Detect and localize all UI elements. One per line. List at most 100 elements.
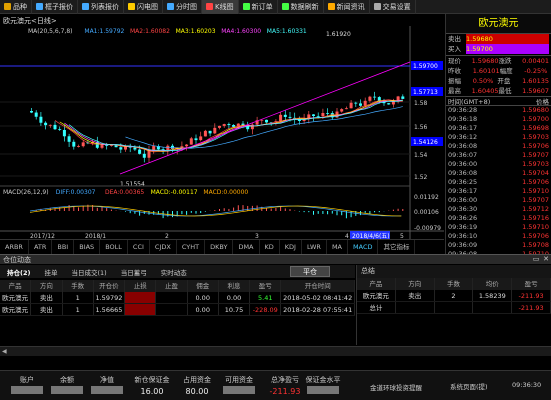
tick-time: 09:36:30 [448,205,478,213]
indicator-tab-kdj[interactable]: KDJ [280,239,302,254]
buy-price[interactable]: 1.59700 [466,44,549,54]
ma-label: MA1:1.59792 [84,28,124,35]
indicator-tab-cjdx[interactable]: CJDX [150,239,177,254]
indicator-tab-lwr[interactable]: LWR [302,239,327,254]
indicator-tab-bias[interactable]: BIAS [74,239,101,254]
candle-body [363,100,367,106]
low-label: 1.51554 [120,181,145,188]
status-col-1: 余额 [46,375,88,398]
candle-body [34,112,38,117]
table-row[interactable]: 欧元澳元 卖出 1 1.56665 0.00 10.75 -228.09 2018-02-28… [0,304,356,316]
status-label: 净值 [100,376,114,384]
toolbar-button-4[interactable]: 分时图 [163,0,202,14]
toolbar-label-7: 数据刷新 [290,2,319,11]
indicator-tab-ma[interactable]: MA [327,239,348,254]
tick-row: 09:36:12 1.59703 [446,133,551,142]
price-tag-label: 1.57713 [413,89,438,96]
candle-body [288,116,292,118]
table-cell: 10.75 [219,304,251,315]
table-row[interactable]: 欧元澳元 卖出 1 1.59792 0.00 0.00 5.41 2018-05-02 08:… [0,292,356,304]
ma-line [68,99,403,151]
status-label: 保证金水平 [305,376,341,384]
toolbar-button-2[interactable]: 列表报价 [78,0,124,14]
indicator-tab-cyht[interactable]: CYHT [177,239,206,254]
quote-stat-row: 昨收 1.60101 幅度 -0.25% [446,66,551,76]
status-label: 占用资金 [183,376,211,384]
scroll-left-icon[interactable]: ◀ [2,349,8,355]
candle-body [368,96,372,101]
toolbar-button-6[interactable]: 新订单 [239,0,278,14]
candle-body [227,124,231,125]
table-cell: 5.41 [250,292,282,303]
kline-chart[interactable]: 欧元澳元<日线> MA(20,5,6,7,8) MA1:1.59792 MA2:1.6… [0,14,444,254]
indicator-tab-arbr[interactable]: ARBR [0,239,29,254]
positions-table-header: 产品 方向 手数 开仓价 止损 止盈 佣金 利息 盈亏 开仓时间 [0,280,356,292]
quote-stat-v1: 1.60101 [472,67,500,75]
toolbar-button-5[interactable]: K线图 [202,0,239,14]
indicator-tab-cci[interactable]: CCI [128,239,150,254]
horizontal-scrollbar[interactable]: ◀ [0,346,551,356]
minimize-icon[interactable]: ▭ [531,254,541,264]
candle-body [185,144,189,147]
candle-body [166,145,170,151]
close-icon[interactable]: ✕ [541,254,551,264]
tick-time: 09:36:10 [448,232,478,240]
indicator-tab-boll[interactable]: BOLL [100,239,128,254]
candle-body [194,138,198,141]
toolbar-button-7[interactable]: 数据刷新 [278,0,324,14]
news-ticker[interactable]: 金道环球投资提醒 [370,382,422,392]
kline-chart-canvas[interactable]: 欧元澳元<日线> MA(20,5,6,7,8) MA1:1.59792 MA2:1.6… [0,14,444,240]
indicator-tab-其它指标[interactable]: 其它指标 [378,239,416,254]
tick-time: 09:36:28 [448,106,478,114]
price-tag-label: 1.54126 [413,139,438,146]
tick-time: 09:36:08 [448,169,478,177]
candle-body [199,136,203,141]
macd-axis-label: 0.01192 [414,194,439,201]
toolbar-label-1: 框子报价 [45,2,73,11]
indicator-tab-kd[interactable]: KD [260,239,280,254]
tick-list: 09:36:28 1.59680 09:36:18 1.59700 09:36:17 1.… [446,106,551,259]
toolbar-button-9[interactable]: 交易设置 [370,0,416,14]
indicator-tab-bbi[interactable]: BBI [52,239,75,254]
summary-cell [396,302,435,313]
quote-stat-l1: 振幅 [448,77,461,85]
summary-column-header: 手数 [435,278,474,290]
candle-body [373,96,377,98]
indicator-tab-macd[interactable]: MACD [348,239,379,254]
tick-time: 09:36:17 [448,124,478,132]
toolbar-label-3: 闪电图 [137,2,158,11]
tick-time: 09:36:25 [448,178,478,186]
toolbar-button-0[interactable]: 品种 [0,0,32,14]
dea-line [29,205,402,217]
toolbar-button-1[interactable]: 框子报价 [32,0,78,14]
tick-time: 09:36:17 [448,187,478,195]
status-col-5: 可用资金 [218,375,260,398]
ma-label: MA(20,5,6,7,8) [28,28,73,35]
kline-icon [206,3,213,10]
position-tab-3[interactable]: 当日蓄弓 [114,267,154,277]
position-tab-4[interactable]: 实时动态 [154,267,194,277]
sell-price[interactable]: 1.59680 [466,34,549,44]
tick-row: 09:36:08 1.59704 [446,169,551,178]
buy-row[interactable]: 买入 1.59700 [446,44,551,54]
toolbar-button-8[interactable]: 新闻资讯 [324,0,370,14]
position-tab-0[interactable]: 持仓(2) [0,267,37,277]
table-cell: 1 [63,304,94,315]
ma-label: MA3:1.60203 [176,28,216,35]
indicator-tab-atr[interactable]: ATR [29,239,53,254]
position-tab-1[interactable]: 挂单 [37,267,64,277]
toolbar-button-3[interactable]: 闪电图 [124,0,163,14]
system-page-button[interactable]: 系统页面(提) [450,381,488,391]
candle-body [208,130,212,134]
toolbar-label-6: 新订单 [251,2,273,11]
quote-stat-l2: 幅度 [499,67,513,75]
indicator-tab-dma[interactable]: DMA [233,239,260,254]
tick-row: 09:36:00 1.59703 [446,160,551,169]
toolbar-label-9: 交易设置 [382,2,411,11]
sell-row[interactable]: 卖出 1.59680 [446,34,551,44]
close-position-button[interactable]: 平仓 [290,266,330,277]
status-label: 新仓保证金 [134,376,170,384]
indicator-tab-dkby[interactable]: DKBY [205,239,234,254]
summary-cell: -211.93 [512,290,551,301]
position-tab-2[interactable]: 当日成交(1) [64,267,113,277]
